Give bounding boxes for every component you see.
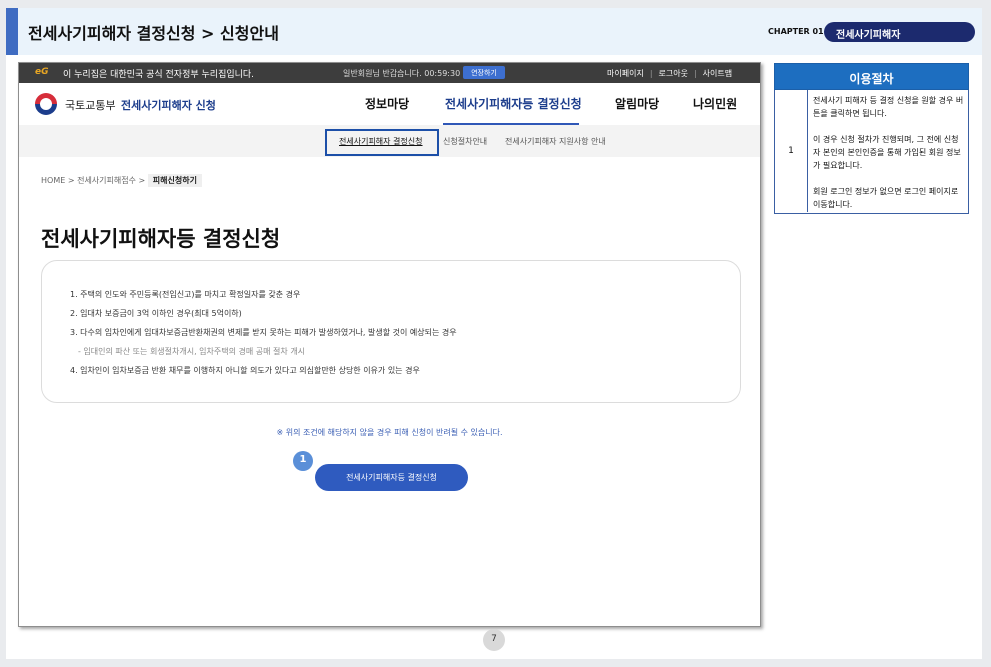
document-header: 전세사기피해자 결정신청 > 신청안내 CHAPTER 01 전세사기피해자 <box>6 8 982 55</box>
nav-notice[interactable]: 알림마당 <box>615 95 659 112</box>
breadcrumb-separator: > <box>138 176 146 185</box>
apply-button[interactable]: 전세사기피해자등 결정신청 <box>315 464 468 491</box>
condition-item: 3. 다수의 임차인에게 임대차보증금반환채권의 변제를 받지 못하는 피해가 … <box>70 328 457 337</box>
condition-item: 4. 임차인이 임차보증금 반환 채무를 이행하지 아니할 의도가 있다고 의심… <box>70 366 420 375</box>
nav-apply[interactable]: 전세사기피해자등 결정신청 <box>445 95 582 112</box>
conditions-box: 1. 주택의 인도와 주민등록(전입신고)를 마치고 확정일자를 갖춘 경우 2… <box>41 260 741 403</box>
taegeuk-emblem-icon[interactable] <box>35 93 57 115</box>
website-screenshot: eG 이 누리집은 대한민국 공식 전자정부 누리집입니다. 일반회원님 반갑습… <box>18 62 761 627</box>
procedure-description: 전세사기 피해자 등 결정 신청을 원할 경우 버튼을 클릭하면 됩니다. 이 … <box>813 94 965 224</box>
ministry-name[interactable]: 국토교통부 <box>65 97 116 113</box>
condition-item: 2. 임대차 보증금이 3억 이하인 경우(최대 5억이하) <box>70 309 242 318</box>
official-site-notice: 이 누리집은 대한민국 공식 전자정부 누리집입니다. <box>63 70 255 80</box>
procedure-paragraph: 전세사기 피해자 등 결정 신청을 원할 경우 버튼을 클릭하면 됩니다. <box>813 96 964 118</box>
condition-item: 1. 주택의 인도와 주민등록(전입신고)를 마치고 확정일자를 갖춘 경우 <box>70 290 301 299</box>
logout-link[interactable]: 로그아웃 <box>659 69 688 78</box>
egov-logo-icon: eG <box>35 67 49 77</box>
rejection-notice: ※ 위의 조건에 해당하지 않을 경우 피해 신청이 반려될 수 있습니다. <box>276 428 503 437</box>
government-banner: eG 이 누리집은 대한민국 공식 전자정부 누리집입니다. 일반회원님 반갑습… <box>19 63 760 83</box>
highlight-box <box>325 129 439 156</box>
session-timer: 일반회원님 반갑습니다. 00:59:30 <box>343 69 461 78</box>
breadcrumb-parent[interactable]: 전세사기피해접수 <box>77 176 136 185</box>
chapter-name-badge: 전세사기피해자 <box>824 22 975 42</box>
page-number: 7 <box>483 629 505 651</box>
sitemap-link[interactable]: 사이트맵 <box>703 69 732 78</box>
procedure-paragraph: 이 경우 신청 절차가 진행되며, 그 전에 신청자 본인의 본인인증을 통해 … <box>813 135 961 170</box>
procedure-row: 1 전세사기 피해자 등 결정 신청을 원할 경우 버튼을 클릭하면 됩니다. … <box>774 90 969 214</box>
condition-subitem: - 임대인의 파산 또는 회생절차개시, 임차주택의 경매 공매 절차 개시 <box>78 347 306 356</box>
service-name[interactable]: 전세사기피해자 신청 <box>121 97 216 113</box>
subnav-support[interactable]: 전세사기피해자 지원사항 안내 <box>505 136 606 147</box>
nav-info[interactable]: 정보마당 <box>365 95 409 112</box>
utility-links: 마이페이지 | 로그아웃 | 사이트맵 <box>607 69 733 78</box>
breadcrumb-separator: > <box>67 176 75 185</box>
site-header: 국토교통부 전세사기피해자 신청 정보마당 전세사기피해자등 결정신청 알림마당… <box>19 83 760 125</box>
breadcrumb-home[interactable]: HOME <box>41 176 65 185</box>
mypage-link[interactable]: 마이페이지 <box>607 69 644 78</box>
procedure-heading: 이용절차 <box>774 63 969 90</box>
procedure-row-number: 1 <box>775 90 808 212</box>
sub-navigation: 전세사기피해자 결정신청 신청절차안내 전세사기피해자 지원사항 안내 <box>19 125 760 157</box>
page-title: 전세사기피해자등 결정신청 <box>41 227 281 251</box>
breadcrumb-current: 피해신청하기 <box>147 174 202 187</box>
breadcrumb: HOME > 전세사기피해접수 > 피해신청하기 <box>41 174 202 187</box>
procedure-paragraph: 회원 로그인 정보가 없으면 로그인 페이지로 이동합니다. <box>813 187 959 209</box>
header-accent-bar <box>6 8 18 55</box>
nav-my-petition[interactable]: 나의민원 <box>693 95 737 112</box>
chapter-label: CHAPTER 01 <box>768 27 824 36</box>
subnav-procedure[interactable]: 신청절차안내 <box>443 136 487 147</box>
step-number-badge: 1 <box>293 451 313 471</box>
extend-session-button[interactable]: 연장하기 <box>463 66 505 79</box>
document-page: 전세사기피해자 결정신청 > 신청안내 CHAPTER 01 전세사기피해자 e… <box>6 8 982 659</box>
document-title: 전세사기피해자 결정신청 > 신청안내 <box>28 24 279 43</box>
